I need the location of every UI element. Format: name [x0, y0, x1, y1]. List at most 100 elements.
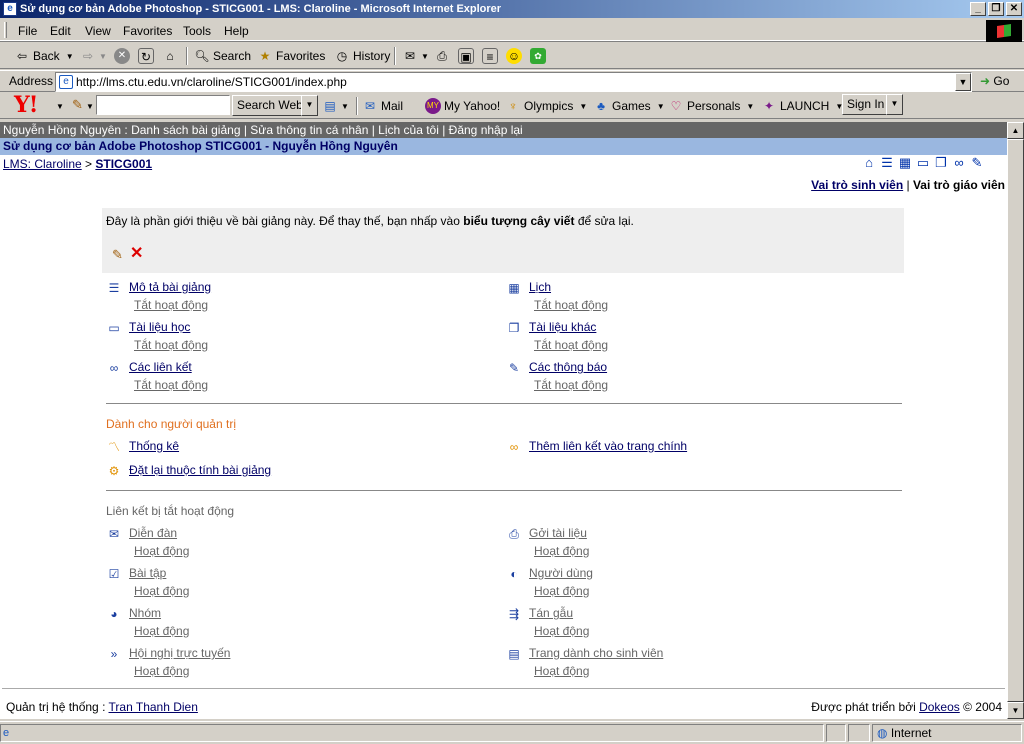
teacher-role-label: Vai trò giáo viên [912, 178, 1005, 192]
my-yahoo-icon: MY [425, 98, 441, 114]
address-dropdown-icon[interactable]: ▼ [955, 73, 971, 91]
discuss-button[interactable]: ≡ [482, 47, 501, 65]
pencil-icon[interactable]: ✎ [112, 248, 126, 262]
delete-icon[interactable]: ✕ [130, 246, 143, 262]
menu-help[interactable]: Help [224, 24, 249, 38]
forward-arrow-icon: ⇨ [82, 49, 94, 63]
search-icon: 🔍︎ [194, 49, 210, 63]
menu-edit[interactable]: Edit [50, 24, 71, 38]
print-button[interactable]: ⎙ [434, 47, 453, 65]
yahoo-lite-button[interactable]: ✿ [530, 47, 549, 65]
discuss-icon: ≡ [482, 48, 498, 64]
launch-button[interactable]: ✦ LAUNCH ▼ [761, 98, 843, 114]
forward-button[interactable]: ⇨ ▼ [80, 47, 107, 65]
vertical-scrollbar[interactable]: ▲ ▼ [1007, 122, 1024, 719]
highlighter-icon[interactable]: ✎ [72, 97, 83, 113]
edit-button[interactable]: ▣ [458, 47, 477, 65]
sign-in-button[interactable]: Sign In [842, 94, 890, 115]
highlighter-dropdown-icon[interactable]: ▼ [86, 102, 94, 111]
student-role-link[interactable]: Vai trò sinh viên [811, 178, 903, 192]
course-tool-icons: ⌂ ☰ ▦ ▭ ❐ ∞ ✎ [861, 155, 985, 171]
sign-in-dropdown-icon[interactable]: ▼ [886, 94, 903, 115]
dropbox-icon: ⎙ [509, 527, 519, 541]
page-viewport: Nguyễn Hồng Nguyên : Danh sách bài giảng… [0, 122, 1007, 719]
address-label: Address [9, 74, 54, 88]
smiley-icon: ☺ [506, 48, 522, 64]
yahoo-menu-dropdown-icon[interactable]: ▼ [56, 102, 64, 111]
student-page-icon: ▤ [508, 647, 520, 661]
folder-icon: ▭ [108, 321, 120, 335]
messenger-button[interactable]: ☺ [506, 47, 525, 65]
scroll-thumb[interactable] [1007, 139, 1024, 702]
breadcrumb-root-link[interactable]: LMS: Claroline [3, 157, 82, 171]
minimize-button[interactable]: _ [970, 2, 986, 16]
footer-admin: Quản trị hệ thống : Tran Thanh Dien [6, 700, 198, 714]
admin-name-link[interactable]: Tran Thanh Dien [109, 700, 198, 714]
list-icon[interactable]: ☰ [879, 155, 895, 171]
menu-view[interactable]: View [85, 24, 111, 38]
divider [106, 403, 902, 404]
envelope-icon: ✉ [364, 99, 376, 113]
calendar-icon[interactable]: ▦ [897, 155, 913, 171]
my-yahoo-button[interactable]: MY My Yahoo! [425, 98, 500, 114]
announcement-icon: ✎ [508, 361, 520, 375]
personals-button[interactable]: ♡ Personals ▼ [668, 98, 755, 114]
menu-tools[interactable]: Tools [183, 24, 211, 38]
dokeos-link[interactable]: Dokeos [919, 700, 960, 714]
list-icon: ☰ [108, 281, 120, 295]
yahoo-mail-button[interactable]: ✉ Mail [362, 98, 403, 114]
documents-icon: ❐ [508, 321, 520, 335]
home-icon: ⌂ [166, 49, 174, 63]
print-icon: ⎙ [437, 49, 447, 63]
olympics-button[interactable]: ♆ Olympics ▼ [505, 98, 588, 114]
address-bar: Address e http://lms.ctu.edu.vn/clarolin… [0, 70, 1024, 92]
maximize-button[interactable]: ❐ [988, 2, 1004, 16]
user-menu-bar[interactable]: Nguyễn Hồng Nguyên : Danh sách bài giảng… [0, 122, 1007, 138]
folder-icon[interactable]: ▭ [915, 155, 931, 171]
yahoo-logo[interactable]: Y! [14, 94, 38, 116]
go-button[interactable]: ➜ Go [980, 74, 1009, 88]
link-icon[interactable]: ∞ [951, 155, 967, 171]
page-done-icon: e [3, 727, 10, 739]
yahoo-search-input[interactable] [96, 95, 230, 115]
conference-icon: » [110, 647, 118, 661]
refresh-icon: ↻ [138, 48, 154, 64]
search-web-dropdown-icon[interactable]: ▼ [301, 95, 318, 116]
stop-icon: ✕ [114, 48, 130, 64]
close-button[interactable]: ✕ [1006, 2, 1022, 16]
history-button[interactable]: ◷ History [334, 47, 391, 65]
mail-button[interactable]: ✉ ▼ [402, 47, 429, 65]
back-button[interactable]: ⇦ Back ▼ [14, 47, 74, 65]
menu-favorites[interactable]: Favorites [123, 24, 172, 38]
breadcrumb-current-link[interactable]: STICG001 [95, 157, 152, 171]
yahoo-options-button[interactable]: ▤ ▼ [322, 98, 349, 114]
announcement-icon[interactable]: ✎ [969, 155, 985, 171]
stop-button[interactable]: ✕ [114, 47, 133, 65]
chart-icon: 〽 [107, 440, 120, 454]
divider [106, 490, 902, 491]
scroll-up-icon[interactable]: ▲ [1007, 122, 1024, 139]
home-icon[interactable]: ⌂ [861, 155, 877, 171]
checkbox-icon: ☑ [108, 567, 120, 581]
refresh-button[interactable]: ↻ [138, 47, 157, 65]
games-button[interactable]: ♣ Games ▼ [593, 98, 665, 114]
edit-page-icon: ▣ [458, 48, 474, 64]
documents-icon[interactable]: ❐ [933, 155, 949, 171]
footer-divider [2, 688, 1005, 689]
status-text: e [0, 724, 824, 742]
menu-file[interactable]: File [18, 24, 37, 38]
favorites-icon: ★ [259, 49, 271, 63]
address-input[interactable]: e http://lms.ctu.edu.vn/claroline/STICG0… [55, 72, 972, 92]
menu-bar: File Edit View Favorites Tools Help [0, 19, 1024, 41]
home-button[interactable]: ⌂ [162, 47, 181, 65]
favorites-button[interactable]: ★ Favorites [257, 47, 326, 65]
scroll-down-icon[interactable]: ▼ [1007, 702, 1024, 719]
torch-icon: ♆ [508, 99, 518, 113]
title-bar: e Sử dụng cơ bản Adobe Photoshop - STICG… [0, 0, 1024, 18]
admin-section-heading: Dành cho người quản trị [106, 417, 236, 431]
search-button[interactable]: 🔍︎ Search [194, 47, 251, 65]
search-web-button[interactable]: Search Web [232, 95, 308, 116]
breadcrumb: LMS: Claroline > STICG001 [3, 157, 153, 171]
cards-icon: ♣ [597, 99, 605, 113]
history-icon: ◷ [336, 49, 348, 63]
